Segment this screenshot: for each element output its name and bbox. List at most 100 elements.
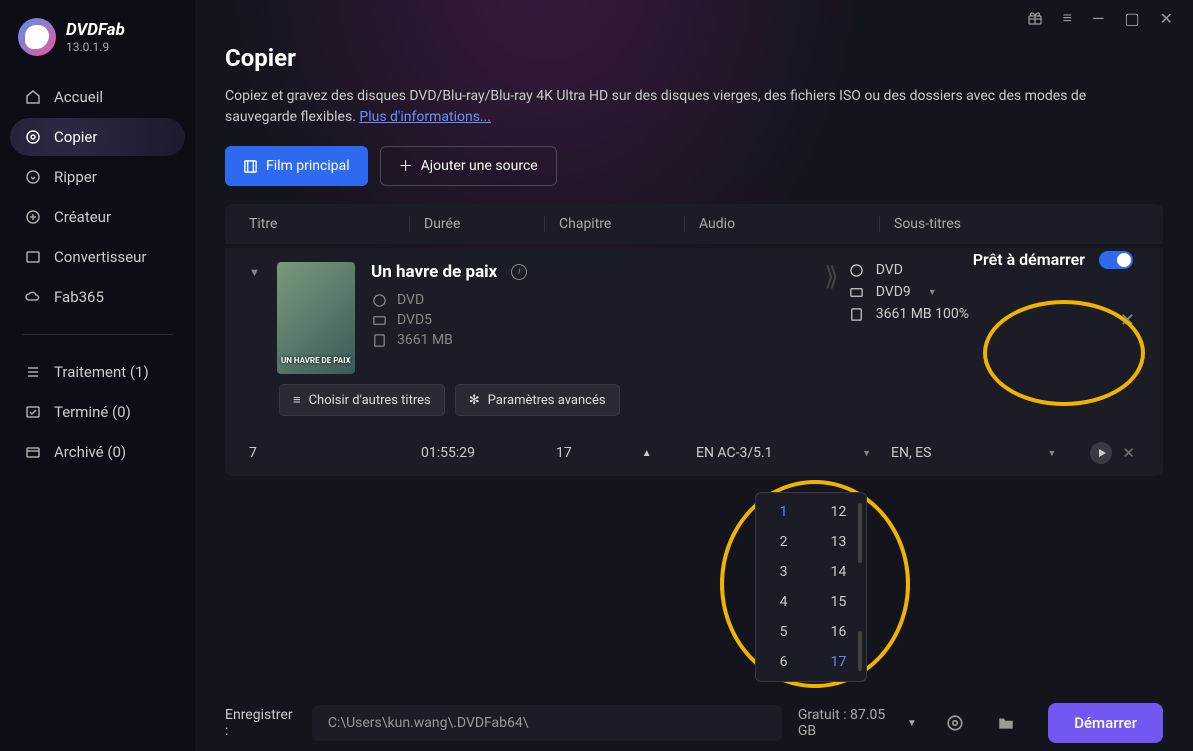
chapter-option[interactable]: 4 — [756, 587, 811, 617]
chapter-option[interactable]: 2 — [756, 527, 811, 557]
horizontal-scrollbar[interactable] — [225, 646, 1163, 652]
button-label: Ajouter une source — [421, 158, 538, 174]
output-type: DVD — [876, 262, 903, 278]
sidebar-item-label: Copier — [54, 128, 97, 146]
size-icon — [371, 333, 387, 348]
button-label: Choisir d'autres titres — [309, 393, 431, 408]
iso-icon — [371, 293, 387, 308]
save-path-input[interactable]: C:\Users\kun.wang\.DVDFab64\ — [312, 705, 782, 741]
disc-out-icon — [849, 285, 865, 300]
save-label: Enregistrer : — [225, 707, 296, 739]
sidebar-item-fab365[interactable]: Fab365 — [10, 278, 185, 316]
sidebar-item-processing[interactable]: Traitement (1) — [10, 353, 185, 391]
expand-caret-icon[interactable]: ▼ — [249, 262, 261, 279]
chevron-down-icon[interactable]: ▼ — [907, 718, 917, 729]
close-icon[interactable]: ✕ — [1160, 9, 1173, 28]
th-chapter: Chapitre — [544, 216, 684, 232]
iso-out-icon — [849, 263, 865, 278]
title-duration: 01:55:29 — [421, 445, 556, 461]
check-icon — [24, 403, 42, 421]
gift-icon[interactable] — [1027, 10, 1043, 26]
dropdown-scrollbar[interactable] — [858, 503, 862, 563]
play-icon — [1099, 449, 1106, 457]
arrow-icon: ⟫ — [824, 262, 832, 292]
folder-target-icon[interactable] — [993, 710, 1018, 736]
table-header: Titre Durée Chapitre Audio Sous-titres — [225, 204, 1163, 244]
sidebar-item-creator[interactable]: Créateur — [10, 198, 185, 236]
free-space-text: Gratuit : 87.05 GB — [798, 707, 901, 739]
enable-toggle[interactable] — [1099, 251, 1133, 269]
sidebar-item-label: Convertisseur — [54, 248, 147, 266]
bottom-bar: Enregistrer : C:\Users\kun.wang\.DVDFab6… — [195, 695, 1193, 751]
cloud-icon — [24, 288, 42, 306]
plus-icon: ＋ — [399, 156, 413, 176]
gear-icon: ✻ — [469, 393, 480, 408]
sidebar-item-label: Accueil — [54, 88, 103, 106]
menu-icon[interactable]: ≡ — [1063, 8, 1072, 28]
list-small-icon: ≡ — [293, 392, 301, 408]
output-size: 3661 MB 100% — [876, 306, 969, 322]
dropdown-scrollbar[interactable] — [858, 631, 862, 671]
chapter-dropdown-toggle[interactable]: ▲ — [642, 448, 652, 459]
status-text: Prêt à démarrer — [973, 250, 1085, 269]
output-disc-value: DVD9 — [876, 284, 911, 300]
more-info-link[interactable]: Plus d'informations... — [359, 109, 491, 125]
row-close-icon[interactable]: ✕ — [1122, 444, 1135, 462]
maximize-icon[interactable]: ▢ — [1124, 9, 1139, 28]
main-area: ≡ — ▢ ✕ Copier Copiez et gravez des disq… — [195, 0, 1193, 751]
sidebar-item-label: Terminé (0) — [54, 403, 131, 421]
th-duration: Durée — [409, 216, 544, 232]
poster-caption: UN HAVRE DE PAIX — [281, 357, 351, 366]
chapter-option[interactable]: 5 — [756, 617, 811, 647]
sidebar-item-label: Créateur — [54, 208, 111, 226]
audio-dropdown[interactable]: EN AC-3/5.1 ▼ — [696, 445, 891, 461]
chapter-option[interactable]: 6 — [756, 647, 811, 677]
chapter-option[interactable]: 15 — [811, 587, 866, 617]
add-source-button[interactable]: ＋ Ajouter une source — [380, 146, 557, 186]
creator-icon — [24, 208, 42, 226]
chapter-dropdown-popup: 1 2 3 4 5 6 12 13 14 15 16 17 — [755, 492, 867, 682]
button-label: Paramètres avancés — [488, 393, 606, 408]
disc-icon — [24, 128, 42, 146]
chevron-down-icon: ▼ — [862, 448, 871, 459]
th-audio: Audio — [684, 216, 879, 232]
remove-source-icon[interactable]: ✕ — [1120, 310, 1135, 331]
subtitle-dropdown[interactable]: EN, ES ▼ — [891, 445, 1056, 461]
sidebar-item-copy[interactable]: Copier — [10, 118, 185, 156]
source-disc: DVD5 — [397, 312, 432, 328]
preview-play-button[interactable] — [1090, 442, 1112, 464]
sidebar-item-label: Traitement (1) — [54, 363, 149, 381]
choose-other-titles-button[interactable]: ≡ Choisir d'autres titres — [279, 384, 445, 416]
page-title: Copier — [225, 44, 1163, 72]
subtitle-value: EN, ES — [891, 445, 931, 461]
sidebar-item-done[interactable]: Terminé (0) — [10, 393, 185, 431]
chapter-option[interactable]: 1 — [756, 497, 811, 527]
minimize-icon[interactable]: — — [1092, 9, 1105, 28]
th-subtitles: Sous-titres — [879, 216, 1139, 232]
main-movie-button[interactable]: Film principal — [225, 146, 368, 186]
output-disc-dropdown[interactable]: DVD9 ▼ — [849, 284, 969, 300]
film-icon — [243, 159, 258, 174]
sidebar-item-label: Fab365 — [54, 288, 104, 306]
source-type: DVD — [397, 292, 424, 308]
start-button[interactable]: Démarrer — [1048, 703, 1163, 743]
sidebar-item-home[interactable]: Accueil — [10, 78, 185, 116]
title-detail-row: 7 01:55:29 17 ▲ EN AC-3/5.1 ▼ EN, ES ▼ — [225, 430, 1163, 476]
advanced-params-button[interactable]: ✻ Paramètres avancés — [455, 384, 620, 416]
chapter-option[interactable]: 3 — [756, 557, 811, 587]
sidebar: DVDFab 13.0.1.9 Accueil Copier Ripper Cr… — [0, 0, 195, 751]
sidebar-item-label: Archivé (0) — [54, 443, 126, 461]
sidebar-item-converter[interactable]: Convertisseur — [10, 238, 185, 276]
titlebar: ≡ — ▢ ✕ — [195, 0, 1193, 36]
button-label: Film principal — [266, 158, 350, 174]
logo-area: DVDFab 13.0.1.9 — [10, 18, 185, 56]
iso-target-icon[interactable] — [943, 710, 968, 736]
archive-icon — [24, 443, 42, 461]
info-icon[interactable]: i — [511, 264, 527, 280]
sidebar-item-ripper[interactable]: Ripper — [10, 158, 185, 196]
app-logo-icon — [18, 18, 56, 56]
disc-small-icon — [371, 313, 387, 328]
size-out-icon — [849, 307, 865, 322]
sidebar-item-archived[interactable]: Archivé (0) — [10, 433, 185, 471]
source-size: 3661 MB — [397, 332, 453, 348]
